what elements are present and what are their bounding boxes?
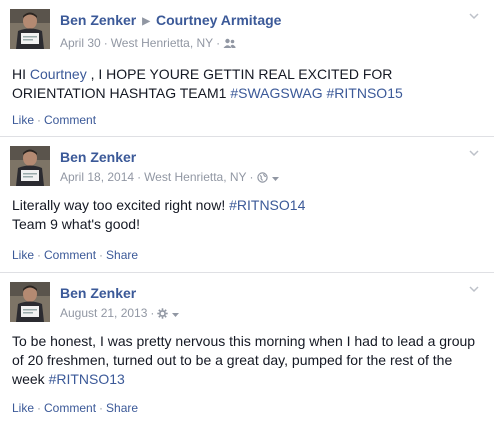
avatar[interactable] — [10, 282, 50, 322]
post-meta: April 18, 2014 · West Henrietta, NY · — [60, 170, 464, 185]
post-text-line2: Team 9 what's good! — [12, 216, 140, 232]
separator-dot: · — [216, 36, 221, 50]
caret-down-icon[interactable] — [268, 170, 280, 184]
separator-dot: · — [99, 248, 104, 262]
chevron-down-icon[interactable] — [468, 10, 480, 22]
post-location[interactable]: West Henrietta, NY — [144, 170, 246, 184]
avatar[interactable] — [10, 9, 50, 49]
separator-dot: · — [249, 170, 254, 184]
separator-dot: · — [137, 170, 142, 184]
caret-down-icon[interactable] — [168, 306, 180, 320]
author-link[interactable]: Ben Zenker — [60, 12, 136, 28]
gear-icon[interactable] — [157, 306, 169, 320]
arrow-right-icon: ▶ — [142, 16, 150, 27]
separator-dot: · — [37, 401, 42, 415]
post-2: Ben Zenker April 18, 2014 · West Henrietta… — [0, 137, 494, 272]
separator-dot: · — [103, 36, 108, 50]
post-authors: Ben Zenker ▶ Courtney Armitage — [60, 11, 464, 32]
post-header: Ben Zenker August 21, 2013 · — [60, 284, 464, 321]
post-text: Literally way too excited right now! #RI… — [12, 196, 478, 234]
post-authors: Ben Zenker — [60, 148, 464, 166]
post-header: Ben Zenker ▶ Courtney Armitage April 30 · We… — [60, 11, 464, 51]
chevron-down-icon[interactable] — [468, 283, 480, 295]
post-1: Ben Zenker ▶ Courtney Armitage April 30 · We… — [0, 0, 494, 136]
separator-dot: · — [37, 113, 42, 127]
post-date[interactable]: April 30 — [60, 36, 101, 50]
post-text: HI Courtney , I HOPE YOURE GETTIN REAL E… — [12, 65, 478, 103]
post-authors: Ben Zenker — [60, 284, 464, 302]
post-meta: April 30 · West Henrietta, NY · — [60, 36, 464, 51]
hashtag-link[interactable]: #RITNSO14 — [229, 197, 305, 213]
share-button[interactable]: Share — [106, 401, 138, 415]
separator-dot: · — [37, 248, 42, 262]
comment-button[interactable]: Comment — [44, 401, 96, 415]
separator-dot: · — [150, 306, 155, 320]
post-3: Ben Zenker August 21, 2013 · To be honest… — [0, 273, 494, 424]
post-location[interactable]: West Henrietta, NY — [111, 36, 213, 50]
like-button[interactable]: Like — [12, 401, 34, 415]
avatar[interactable] — [10, 146, 50, 186]
post-date[interactable]: April 18, 2014 — [60, 170, 134, 184]
hashtag-links[interactable]: #SWAGSWAG #RITNSO15 — [230, 85, 402, 101]
comment-button[interactable]: Comment — [44, 113, 96, 127]
post-header: Ben Zenker April 18, 2014 · West Henrietta… — [60, 148, 464, 185]
comment-button[interactable]: Comment — [44, 248, 96, 262]
post-date[interactable]: August 21, 2013 — [60, 306, 147, 320]
post-text-line1: Literally way too excited right now! — [12, 197, 230, 213]
hashtag-link[interactable]: #RITNSO13 — [49, 371, 125, 387]
post-text: To be honest, I was pretty nervous this … — [12, 332, 478, 389]
post-text-prefix: HI — [12, 66, 30, 82]
share-button[interactable]: Share — [106, 248, 138, 262]
target-link[interactable]: Courtney Armitage — [156, 12, 282, 28]
globe-icon[interactable] — [256, 170, 268, 184]
post-meta: August 21, 2013 · — [60, 306, 464, 321]
like-button[interactable]: Like — [12, 113, 34, 127]
friends-icon[interactable] — [223, 36, 236, 50]
like-button[interactable]: Like — [12, 248, 34, 262]
mention-link[interactable]: Courtney — [30, 66, 87, 82]
post-actions: Like · Comment · Share — [12, 248, 138, 263]
post-actions: Like · Comment · Share — [12, 401, 138, 416]
author-link[interactable]: Ben Zenker — [60, 149, 136, 165]
chevron-down-icon[interactable] — [468, 147, 480, 159]
author-link[interactable]: Ben Zenker — [60, 285, 136, 301]
timeline-feed: Ben Zenker ▶ Courtney Armitage April 30 · We… — [0, 0, 494, 424]
separator-dot: · — [99, 401, 104, 415]
post-actions: Like · Comment — [12, 113, 96, 128]
